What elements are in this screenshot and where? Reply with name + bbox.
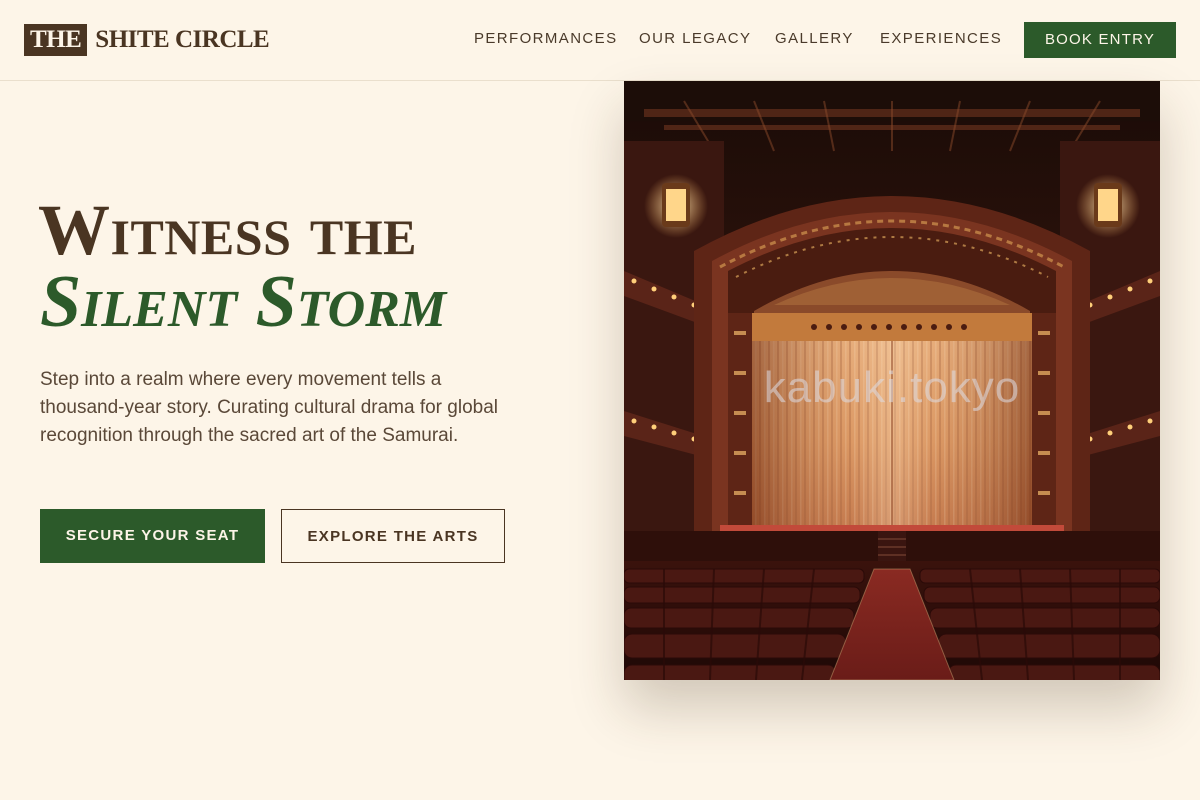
secure-your-seat-button[interactable]: SECURE YOUR SEAT [40,509,265,563]
logo-mark: THE [24,24,88,56]
hero-title-line1: Witness the [38,190,417,270]
site-header: THE SHITE CIRCLE PERFORMANCES OUR LEGACY… [0,0,1200,81]
hero-title-line2: Silent Storm [40,261,447,343]
nav-link-experiences[interactable]: EXPERIENCES [880,29,1002,49]
book-entry-button[interactable]: BOOK ENTRY [1024,22,1176,58]
logo[interactable]: THE SHITE CIRCLE [24,24,270,56]
image-watermark: kabuki.tokyo [763,363,1021,412]
nav-link-performances[interactable]: PERFORMANCES [474,29,617,49]
hero-description: Step into a realm where every movement t… [40,369,498,446]
nav-link-gallery[interactable]: GALLERY [775,29,854,49]
hero-image: kabuki.tokyo [624,81,1160,680]
explore-the-arts-button[interactable]: EXPLORE THE ARTS [281,509,505,563]
nav-link-our-legacy[interactable]: OUR LEGACY [639,29,751,49]
logo-wordmark: SHITE CIRCLE [95,26,270,53]
